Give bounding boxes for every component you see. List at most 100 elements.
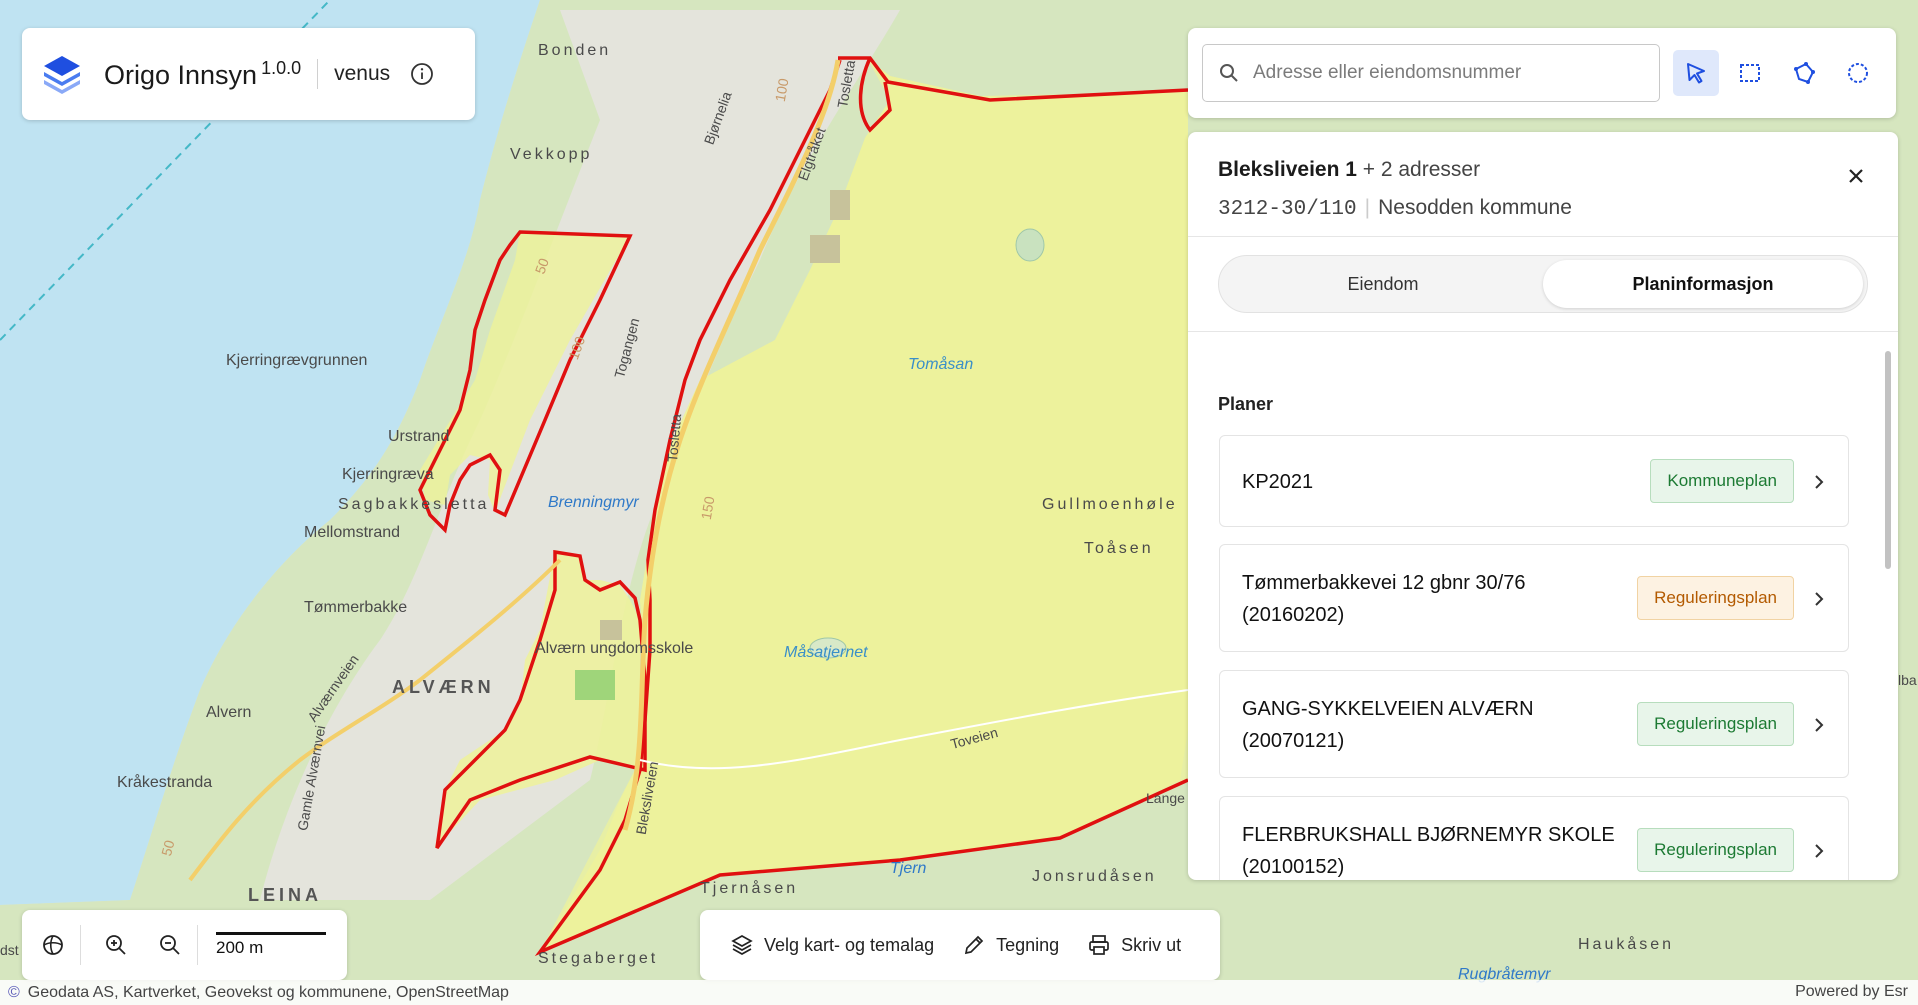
zoom-in-button[interactable] — [93, 922, 139, 968]
plan-name: GANG-SYKKELVEIEN ALVÆRN (20070121) — [1242, 698, 1534, 752]
select-tool-button[interactable] — [1673, 50, 1719, 96]
pencil-icon — [965, 935, 984, 955]
drawing-button[interactable]: Tegning — [962, 933, 1059, 957]
plan-type-badge: Reguleringsplan — [1637, 576, 1794, 620]
building — [830, 190, 850, 220]
plan-item[interactable]: KP2021 Kommuneplan — [1219, 435, 1849, 527]
map-label: Tjernåsen — [700, 880, 799, 897]
reset-view-button[interactable] — [30, 922, 76, 968]
app-header-card: Origo Innsyn 1.0.0 venus — [22, 28, 475, 120]
powered-by[interactable]: Powered by Esr — [1795, 983, 1908, 1001]
bottom-toolbar: Velg kart- og temalag Tegning Skriv ut — [700, 910, 1220, 980]
circle-select-icon — [1848, 63, 1868, 83]
info-icon[interactable] — [410, 62, 434, 86]
circle-select-button[interactable] — [1835, 50, 1881, 96]
panel-scrollbar[interactable] — [1884, 345, 1892, 875]
scale-label: 200 m — [216, 938, 264, 957]
plan-item[interactable]: GANG-SYKKELVEIEN ALVÆRN (20070121) Regul… — [1219, 670, 1849, 778]
panel-header: Bleksliveien 1 + 2 adresser 3212-30/110 |… — [1188, 132, 1898, 237]
divider — [317, 59, 319, 89]
map-label: Tømmerbakke — [304, 599, 408, 616]
search-input[interactable] — [1251, 61, 1645, 85]
zoom-out-button[interactable] — [147, 922, 193, 968]
layers-logo-icon — [44, 56, 80, 94]
map-label: Mellomstrand — [304, 524, 401, 541]
map-label: Vekkopp — [510, 146, 593, 163]
polygon-select-button[interactable] — [1781, 50, 1827, 96]
chevron-right-icon — [1815, 475, 1824, 489]
panel-tabs: Eiendom Planinformasjon — [1218, 255, 1868, 313]
map-label: Alværn ungdomsskole — [535, 640, 694, 657]
chevron-right-icon — [1815, 592, 1824, 606]
close-icon[interactable] — [1842, 162, 1870, 190]
pointer-icon — [1687, 63, 1705, 84]
plan-item[interactable]: Tømmerbakkevei 12 gbnr 30/76 (20160202) … — [1219, 544, 1849, 652]
building — [600, 620, 622, 640]
app-title: Origo Innsyn 1.0.0 — [104, 57, 302, 90]
polygon-select-icon — [1794, 62, 1815, 84]
chevron-right-icon — [1815, 718, 1824, 732]
zoom-in-icon — [106, 935, 126, 955]
lake-tomasan — [1015, 228, 1045, 262]
layers-button-label: Velg kart- og temalag — [764, 934, 935, 955]
map-label: ALVÆRN — [392, 677, 495, 697]
plan-type-badge: Reguleringsplan — [1637, 702, 1794, 746]
chevron-right-icon — [1815, 844, 1824, 858]
map-label: Kråkestranda — [117, 774, 213, 791]
app-version: 1.0.0 — [261, 57, 302, 78]
divider — [197, 925, 198, 965]
property-id: 3212-30/110 — [1218, 198, 1357, 221]
scale-bar: 200 m — [216, 932, 326, 958]
scale-bar-line — [216, 932, 326, 935]
plan-type-badge: Kommuneplan — [1650, 459, 1794, 503]
plans-section-title: Planer — [1218, 394, 1274, 414]
map-label: Toåsen — [1084, 540, 1154, 557]
property-meta: 3212-30/110 | Nesodden kommune — [1218, 196, 1868, 221]
municipality: Nesodden kommune — [1378, 196, 1572, 219]
zoom-out-icon — [160, 935, 180, 955]
search-icon — [1220, 64, 1238, 82]
print-button[interactable]: Skriv ut — [1087, 933, 1181, 957]
plan-name: KP2021 — [1242, 471, 1314, 493]
layers-button[interactable]: Velg kart- og temalag — [730, 933, 934, 957]
search-box[interactable] — [1202, 44, 1660, 102]
layers-icon — [731, 935, 753, 955]
map-label: LEINA — [248, 885, 322, 905]
divider: | — [1364, 196, 1371, 219]
map-label: Tjern — [890, 860, 927, 877]
plan-type-badge: Reguleringsplan — [1637, 828, 1794, 872]
map-label: Urstrand — [388, 428, 450, 445]
more-addresses-link[interactable]: + 2 adresser — [1363, 158, 1480, 181]
plan-item[interactable]: FLERBRUKSHALL BJØRNEMYR SKOLE (20100152)… — [1219, 796, 1849, 880]
tab-planinformasjon[interactable]: Planinformasjon — [1543, 260, 1863, 308]
printer-icon — [1089, 935, 1110, 955]
divider — [1188, 331, 1898, 332]
map-label: Haukåsen — [1578, 936, 1675, 953]
divider — [80, 925, 81, 965]
map-label: Kjerringræva — [342, 466, 434, 483]
rectangle-select-icon — [1740, 64, 1760, 82]
environment-label: venus — [334, 62, 391, 85]
rectangle-select-button[interactable] — [1727, 50, 1773, 96]
scrollbar-thumb[interactable] — [1885, 351, 1891, 569]
map-label: Lange — [1146, 790, 1185, 806]
map-controls: 200 m — [22, 910, 347, 980]
plan-name: FLERBRUKSHALL BJØRNEMYR SKOLE (20100152) — [1242, 824, 1615, 878]
map-label: Brenningmyr — [548, 494, 639, 511]
property-address-line: Bleksliveien 1 + 2 adresser — [1218, 158, 1868, 182]
sports-field — [575, 670, 615, 700]
map-label: Kjerringrævgrunnen — [226, 352, 368, 369]
map-label: lba — [1898, 672, 1917, 688]
tab-eiendom[interactable]: Eiendom — [1223, 260, 1543, 308]
search-toolbar — [1188, 28, 1896, 118]
map-label: Stegaberget — [538, 950, 659, 967]
map-label: Tomåsan — [908, 356, 974, 373]
map-label: dst — [0, 942, 19, 958]
attribution-text: Geodata AS, Kartverket, Geovekst og komm… — [27, 983, 509, 1001]
plan-name: Tømmerbakkevei 12 gbnr 30/76 (20160202) — [1242, 572, 1526, 626]
print-button-label: Skriv ut — [1121, 934, 1182, 955]
globe-icon — [43, 935, 63, 955]
map-label: Sagbakkesletta — [338, 496, 490, 513]
copyright-icon[interactable]: © — [8, 984, 20, 1002]
property-address: Bleksliveien 1 — [1218, 158, 1357, 181]
